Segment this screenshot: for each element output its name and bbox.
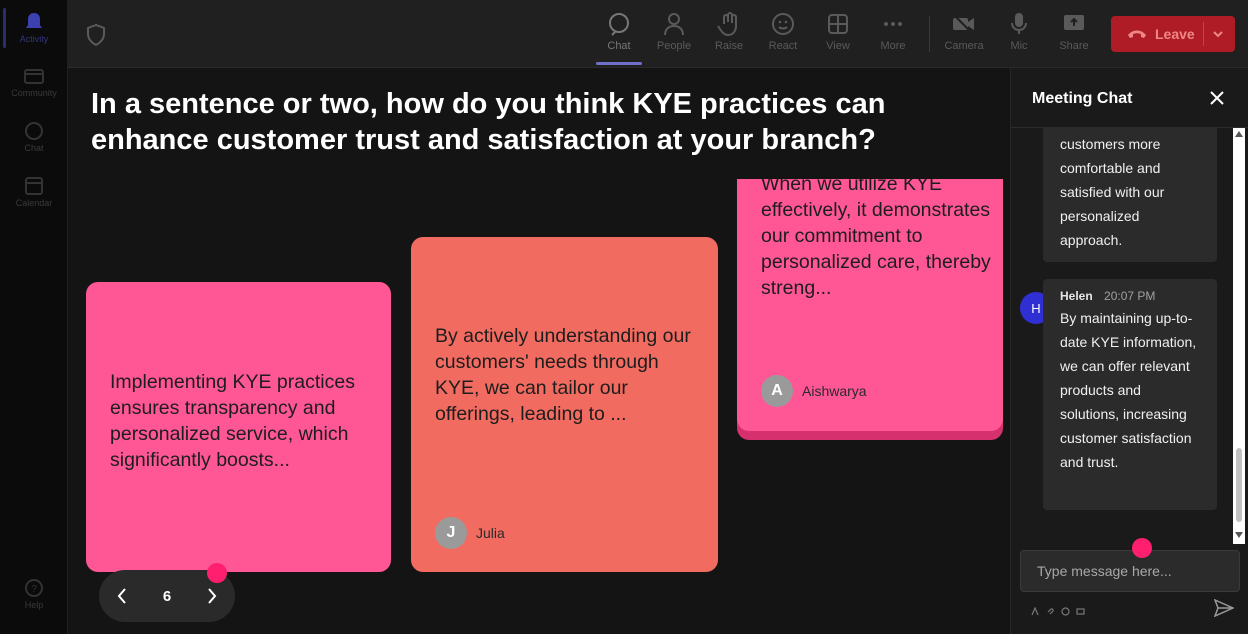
emoji-icon[interactable]	[1061, 603, 1070, 616]
rail-label: Chat	[24, 143, 44, 153]
app-rail: Activity Community Chat Calendar ? Help	[0, 0, 68, 634]
rail-label: Calendar	[15, 198, 53, 208]
more-button-label: More	[880, 40, 906, 52]
scroll-up-icon[interactable]	[1235, 131, 1243, 137]
next-button[interactable]	[197, 581, 227, 611]
rail-label: Activity	[19, 34, 49, 44]
mic-button[interactable]: Mic	[992, 12, 1046, 52]
author-name: Julia	[476, 525, 505, 541]
chat-active-indicator	[596, 62, 642, 65]
response-card[interactable]: Implementing KYE practices ensures trans…	[86, 282, 391, 572]
chat-title: Meeting Chat	[1032, 90, 1133, 107]
camera-button-label: Camera	[944, 40, 984, 52]
previous-button[interactable]	[107, 581, 137, 611]
chat-message-text: customers more comfortable and satisfied…	[1060, 136, 1165, 248]
message-time: 20:07 PM	[1104, 289, 1156, 303]
react-button-label: React	[768, 40, 798, 52]
scroll-down-icon[interactable]	[1235, 532, 1243, 538]
react-button[interactable]: React	[756, 12, 810, 52]
chat-message-meta: Helen 20:07 PM	[1043, 279, 1217, 306]
people-button[interactable]: People	[647, 12, 701, 52]
people-icon	[664, 13, 684, 36]
meeting-chat-panel: Meeting Chat customers more comfortable …	[1010, 68, 1248, 634]
format-icon[interactable]	[1031, 603, 1040, 616]
shield-icon[interactable]	[86, 24, 106, 46]
scrollbar-thumb[interactable]	[1236, 448, 1242, 522]
message-author: Helen	[1060, 289, 1093, 303]
share-button-label: Share	[1059, 40, 1089, 52]
attach-icon[interactable]	[1046, 603, 1055, 615]
calendar-icon	[25, 177, 43, 195]
share-button[interactable]: Share	[1047, 12, 1101, 52]
hand-icon	[717, 12, 737, 36]
smiley-icon	[772, 13, 794, 35]
rail-item-community[interactable]: Community	[0, 66, 68, 98]
leave-button[interactable]: Leave	[1111, 16, 1235, 52]
chat-message: Helen 20:07 PM By maintaining up-to-date…	[1043, 279, 1217, 510]
rail-label: Help	[24, 600, 44, 610]
author-name: Aishwarya	[802, 383, 867, 399]
chat-icon	[25, 122, 43, 140]
people-button-label: People	[656, 40, 692, 52]
rail-item-activity[interactable]: Activity	[0, 12, 68, 44]
avatar: A	[761, 375, 793, 407]
chat-button-label: Chat	[607, 40, 631, 52]
response-text: By actively understanding our customers'…	[435, 325, 691, 425]
notification-dot	[1132, 538, 1152, 558]
chat-message-list[interactable]: customers more comfortable and satisfied…	[1011, 128, 1248, 544]
rail-item-chat[interactable]: Chat	[0, 121, 68, 153]
rail-label: Community	[11, 88, 57, 98]
meeting-toolbar: Chat People Raise React View More Camera…	[68, 0, 1248, 68]
share-screen-icon	[1064, 15, 1084, 30]
camera-button[interactable]: Camera	[937, 12, 991, 52]
chat-scrollbar[interactable]	[1233, 128, 1245, 544]
presentation-stage: In a sentence or two, how do you think K…	[68, 68, 1010, 634]
message-input[interactable]	[1021, 551, 1239, 591]
view-button[interactable]: View	[811, 12, 865, 52]
page-number: 6	[162, 587, 172, 605]
chevron-left-icon	[117, 588, 126, 604]
raise-button-label: Raise	[714, 40, 744, 52]
ellipsis-icon	[884, 22, 902, 26]
send-icon[interactable]	[1214, 599, 1234, 617]
response-author: A Aishwarya	[761, 375, 867, 407]
svg-text:?: ?	[31, 584, 37, 595]
grid-icon	[828, 14, 848, 34]
community-icon	[24, 69, 44, 84]
toolbar-divider	[929, 16, 930, 52]
composer-tools	[1031, 603, 1085, 616]
chat-header: Meeting Chat	[1011, 68, 1248, 128]
notification-dot	[207, 563, 227, 583]
chat-button[interactable]: Chat	[592, 12, 646, 52]
chat-composer	[1020, 550, 1240, 592]
chat-icon	[609, 13, 629, 36]
avatar: J	[435, 517, 467, 549]
leave-split-divider	[1203, 22, 1204, 46]
chat-message-text: By maintaining up-to-date KYE informatio…	[1060, 310, 1197, 470]
bell-icon	[26, 13, 42, 28]
rail-item-help[interactable]: ? Help	[0, 578, 68, 610]
response-author: J Julia	[435, 517, 505, 549]
response-card[interactable]: By actively understanding our customers'…	[411, 237, 718, 572]
chat-message: customers more comfortable and satisfied…	[1043, 128, 1217, 262]
poll-question: In a sentence or two, how do you think K…	[91, 88, 886, 156]
more-button[interactable]: More	[866, 12, 920, 52]
leave-button-label: Leave	[1155, 26, 1195, 42]
mic-button-label: Mic	[1010, 40, 1028, 52]
response-card[interactable]: When we utilize KYE effectively, it demo…	[737, 179, 1003, 431]
chevron-right-icon	[208, 588, 217, 604]
hang-up-icon	[1128, 30, 1146, 38]
help-icon: ?	[25, 579, 43, 597]
close-icon[interactable]	[1207, 88, 1227, 108]
response-text: Implementing KYE practices ensures trans…	[110, 371, 355, 471]
mic-icon	[1011, 13, 1027, 34]
camera-off-icon	[953, 14, 974, 34]
view-button-label: View	[826, 40, 850, 52]
gif-icon[interactable]	[1076, 603, 1085, 615]
response-text: When we utilize KYE effectively, it demo…	[761, 179, 991, 299]
chevron-down-icon[interactable]	[1212, 28, 1224, 40]
raise-hand-button[interactable]: Raise	[702, 12, 756, 52]
rail-item-calendar[interactable]: Calendar	[0, 176, 68, 208]
